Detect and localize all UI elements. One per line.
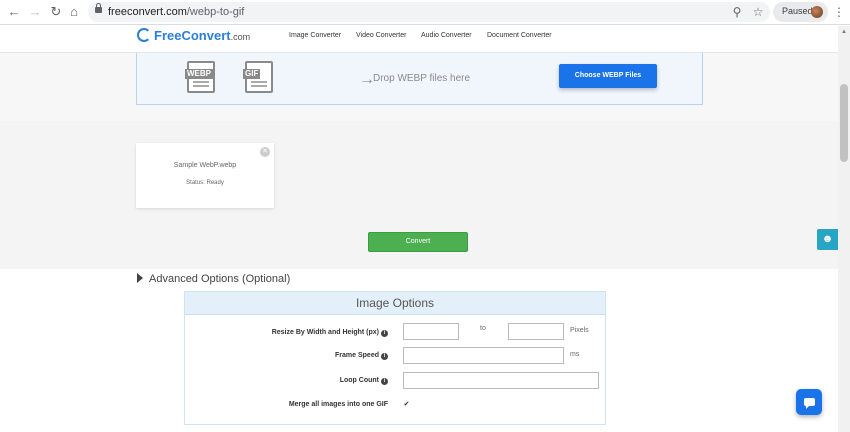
nav-image-converter[interactable]: Image Converter: [289, 32, 341, 39]
loop-count-label-text: Loop Count: [339, 377, 379, 384]
caret-right-icon: [137, 273, 143, 283]
nav-audio-converter[interactable]: Audio Converter: [421, 32, 472, 39]
star-icon[interactable]: ☆: [750, 4, 766, 20]
back-icon[interactable]: ←: [6, 4, 22, 20]
logo-name: FreeConvert: [154, 28, 231, 43]
info-icon[interactable]: i: [381, 378, 388, 385]
url-host: freeconvert.com: [108, 6, 187, 18]
url-path: /webp-to-gif: [186, 6, 245, 18]
scrollbar-thumb[interactable]: [840, 84, 848, 162]
width-input[interactable]: [403, 323, 459, 340]
frame-speed-input[interactable]: [403, 347, 564, 364]
nav-document-converter[interactable]: Document Converter: [487, 32, 552, 39]
merge-label: Merge all images into one GIF: [288, 401, 388, 408]
scroll-up-icon[interactable]: ▲: [840, 28, 848, 36]
zoom-icon[interactable]: ⚲: [729, 4, 745, 20]
drop-hint: Drop WEBP files here: [373, 73, 471, 84]
image-options-title: Image Options: [185, 292, 605, 315]
address-bar[interactable]: freeconvert.com/webp-to-gif ⚲ ☆: [88, 2, 770, 22]
advanced-options-toggle[interactable]: Advanced Options (Optional): [137, 273, 290, 285]
height-input[interactable]: [508, 323, 564, 340]
lock-icon: [95, 3, 102, 13]
profile-button[interactable]: Paused: [773, 2, 828, 22]
choose-files-button[interactable]: Choose WEBP Files: [559, 64, 657, 88]
browser-toolbar: ← → ↻ ⌂ freeconvert.com/webp-to-gif ⚲ ☆ …: [0, 0, 850, 25]
menu-dots-icon[interactable]: ⋮: [833, 4, 845, 20]
loop-count-input[interactable]: [403, 372, 599, 389]
chat-button[interactable]: [796, 389, 822, 415]
site-logo[interactable]: FreeConvert.com: [154, 28, 250, 43]
feedback-icon: ☻: [821, 233, 834, 245]
remove-file-icon[interactable]: ✕: [260, 147, 270, 157]
frame-speed-unit: ms: [570, 351, 580, 358]
logo-suffix: .com: [230, 32, 251, 42]
file-name: Sample WebP.webp: [173, 162, 237, 169]
image-options-panel: Image Options Resize By Width and Height…: [184, 291, 606, 425]
file-status: Status: Ready: [186, 180, 224, 186]
convert-button[interactable]: Convert: [368, 232, 468, 252]
feedback-tab[interactable]: ☻: [817, 229, 838, 250]
nav-video-converter[interactable]: Video Converter: [356, 32, 406, 39]
logo-icon[interactable]: [137, 28, 151, 42]
avatar: [811, 6, 823, 18]
info-icon[interactable]: i: [381, 353, 388, 360]
resize-label-text: Resize By Width and Height (px): [271, 329, 379, 336]
forward-icon[interactable]: →: [27, 4, 43, 20]
site-header: FreeConvert.com Image Converter Video Co…: [0, 26, 838, 53]
file-card: ✕ Sample WebP.webp Status: Ready: [136, 143, 274, 208]
reload-icon[interactable]: ↻: [48, 4, 64, 20]
webp-file-icon: WEBP: [185, 61, 215, 93]
home-icon[interactable]: ⌂: [66, 4, 82, 20]
url-text: freeconvert.com/webp-to-gif: [108, 5, 244, 19]
advanced-options-label: Advanced Options (Optional): [149, 273, 291, 285]
chat-icon: [804, 398, 815, 409]
resize-to-label: to: [480, 325, 486, 332]
info-icon[interactable]: i: [381, 330, 388, 337]
profile-status: Paused: [782, 6, 813, 16]
resize-unit: Pixels: [570, 327, 589, 334]
merge-checkbox[interactable]: ✔: [403, 401, 410, 408]
frame-speed-label-text: Frame Speed: [335, 352, 379, 359]
resize-label: Resize By Width and Height (px) i: [272, 329, 388, 337]
target-format-tag: GIF: [243, 69, 261, 79]
frame-speed-label: Frame Speed i: [335, 352, 388, 360]
loop-count-label: Loop Count i: [340, 377, 388, 385]
source-format-tag: WEBP: [185, 69, 213, 79]
gif-file-icon: GIF: [243, 61, 273, 93]
